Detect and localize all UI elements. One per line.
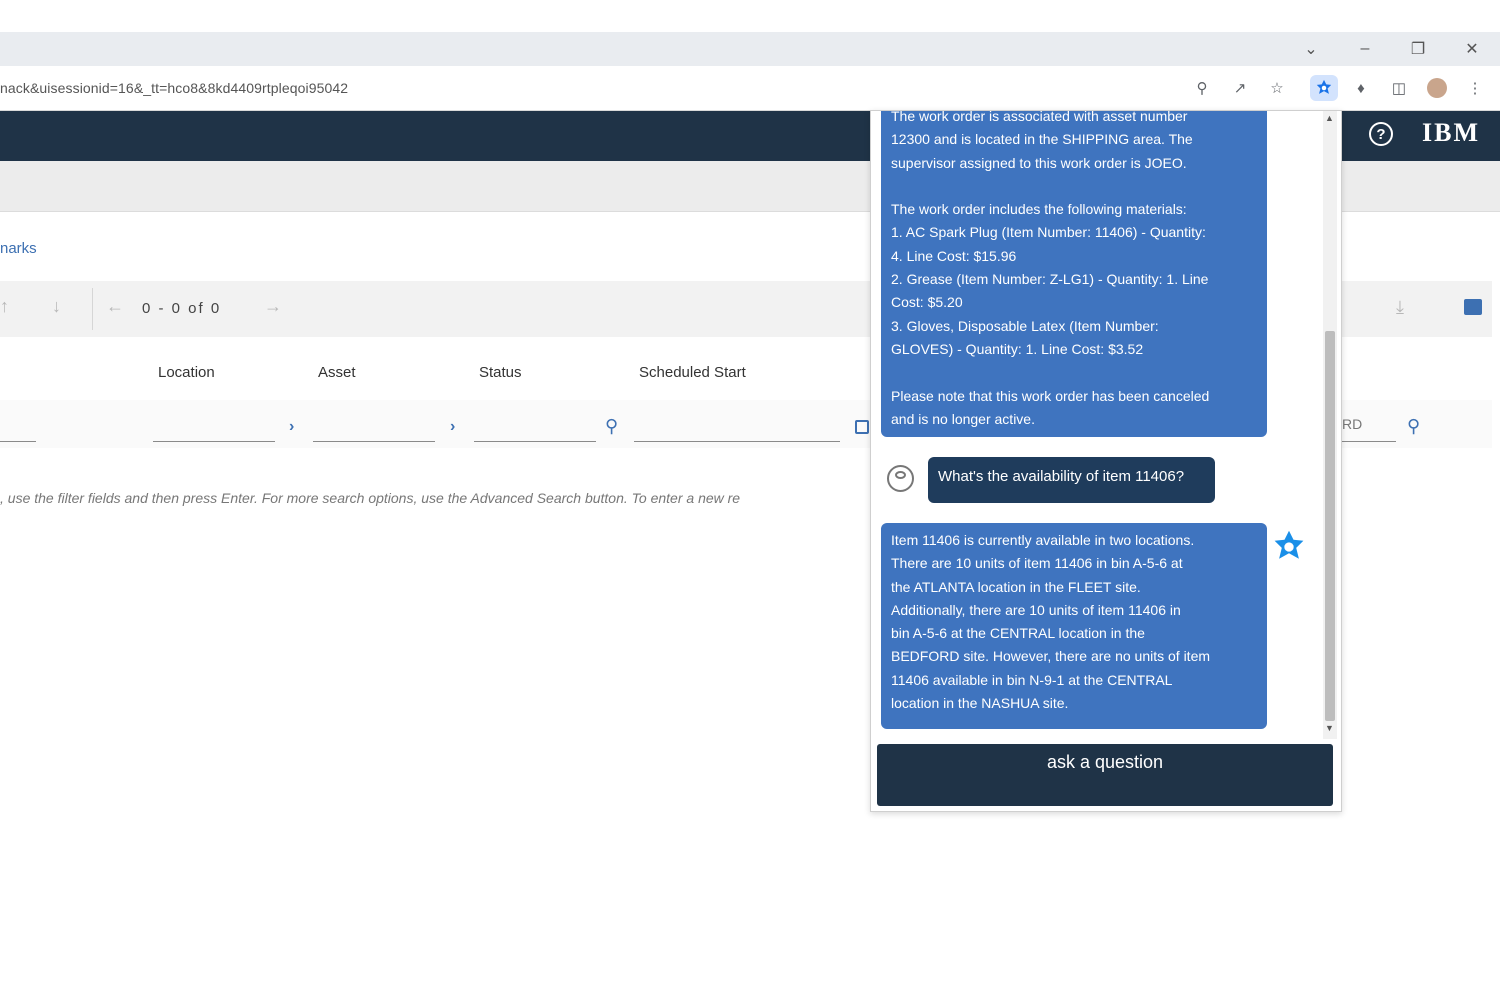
scroll-down-icon[interactable]: ▼	[1325, 723, 1334, 733]
scheduled-start-filter-field[interactable]	[634, 441, 840, 442]
message-line	[891, 361, 1257, 384]
url-field[interactable]: nack&uisessionid=16&_tt=hco8&8kd4409rtpl…	[0, 80, 348, 96]
menu-icon[interactable]: ⋮	[1461, 75, 1489, 101]
location-lookup-icon[interactable]: ›	[289, 418, 294, 436]
message-line: 11406 available in bin N-9-1 at the CENT…	[891, 671, 1173, 688]
help-icon[interactable]: ?	[1369, 122, 1393, 146]
message-line: GLOVES) - Quantity: 1. Line Cost: $3.52	[891, 340, 1144, 357]
star-icon[interactable]: ☆	[1263, 75, 1291, 101]
message-line: 3. Gloves, Disposable Latex (Item Number…	[891, 317, 1159, 334]
filter-field-partial[interactable]	[0, 441, 36, 442]
assistant-message: The work order is associated with asset …	[881, 110, 1267, 437]
minimize-icon[interactable]: –	[1345, 32, 1385, 66]
location-filter-field[interactable]	[153, 441, 275, 442]
ibm-logo: IBM	[1422, 118, 1480, 147]
message-line: The work order includes the following ma…	[891, 201, 1187, 218]
status-filter-field[interactable]	[474, 441, 596, 442]
filter-search-icon[interactable]: ⚲	[1407, 416, 1420, 437]
bookmarks-link[interactable]: narks	[0, 240, 37, 257]
download-icon[interactable]: ⤓	[1396, 297, 1404, 318]
chat-scrollbar-thumb[interactable]	[1325, 331, 1335, 721]
sidebar-icon[interactable]: ◫	[1385, 75, 1413, 101]
chat-panel: The work order is associated with asset …	[870, 110, 1342, 812]
message-line: The work order is associated with asset …	[891, 110, 1188, 124]
arrow-up-icon[interactable]: ↑	[0, 296, 9, 317]
message-line	[891, 175, 1257, 198]
assistant-message: Item 11406 is currently available in two…	[881, 523, 1267, 729]
message-line: 2. Grease (Item Number: Z-LG1) - Quantit…	[891, 271, 1209, 288]
column-header-asset[interactable]: Asset	[318, 364, 356, 381]
share-icon[interactable]: ↗	[1226, 75, 1254, 101]
zoom-icon[interactable]: ⚲	[1188, 75, 1216, 101]
message-line: Cost: $5.20	[891, 294, 963, 311]
message-line: location in the NASHUA site.	[891, 695, 1069, 712]
restore-icon[interactable]: ❐	[1398, 32, 1438, 66]
question-input[interactable]: ask a question	[877, 744, 1333, 806]
user-avatar-icon	[887, 465, 914, 492]
message-line: There are 10 units of item 11406 in bin …	[891, 555, 1183, 572]
column-header-scheduled-start[interactable]: Scheduled Start	[639, 364, 746, 381]
assistant-message-text: Item 11406 is currently available in two…	[891, 529, 1257, 715]
asset-lookup-icon[interactable]: ›	[450, 418, 455, 436]
chevron-down-icon[interactable]: ⌄	[1291, 32, 1331, 66]
message-line: 1. AC Spark Plug (Item Number: 11406) - …	[891, 224, 1206, 241]
column-header-status[interactable]: Status	[479, 364, 522, 381]
column-header-location[interactable]: Location	[158, 364, 215, 381]
partial-filter-text: RD	[1342, 416, 1363, 432]
next-page-icon[interactable]: →	[264, 296, 282, 317]
message-line: Please note that this work order has bee…	[891, 387, 1210, 404]
message-line: the ATLANTA location in the FLEET site.	[891, 578, 1141, 595]
puzzle-icon[interactable]: ♦	[1347, 75, 1375, 101]
message-line: BEDFORD site. However, there are no unit…	[891, 648, 1211, 665]
message-line: 12300 and is located in the SHIPPING are…	[891, 131, 1193, 148]
user-message: What's the availability of item 11406?	[928, 457, 1215, 503]
filter-hint: , use the filter fields and then press E…	[0, 490, 741, 506]
message-line: Additionally, there are 10 units of item…	[891, 601, 1181, 618]
asset-filter-field[interactable]	[313, 441, 435, 442]
excel-icon[interactable]	[1464, 299, 1482, 315]
filter-field-right[interactable]	[1340, 441, 1396, 442]
assistant-message-text: The work order is associated with asset …	[891, 110, 1257, 431]
message-line: bin A-5-6 at the CENTRAL location in the	[891, 625, 1145, 642]
message-line: supervisor assigned to this work order i…	[891, 154, 1187, 171]
scroll-up-icon[interactable]: ▲	[1325, 113, 1334, 123]
message-line: and is no longer active.	[891, 410, 1035, 427]
pager-text: 0 - 0 of 0	[142, 300, 222, 317]
extension-active-icon[interactable]	[1310, 75, 1338, 101]
toolbar-separator	[92, 288, 93, 330]
calendar-icon[interactable]	[855, 420, 869, 434]
window-titlebar	[0, 32, 1500, 66]
message-line: 4. Line Cost: $15.96	[891, 247, 1017, 264]
message-line: Item 11406 is currently available in two…	[891, 532, 1195, 548]
arrow-down-icon[interactable]: ↓	[52, 296, 61, 317]
assistant-avatar-icon	[1271, 529, 1307, 570]
avatar[interactable]	[1423, 75, 1451, 101]
prev-page-icon[interactable]: ←	[106, 296, 124, 317]
status-search-icon[interactable]: ⚲	[605, 416, 618, 437]
close-icon[interactable]: ✕	[1452, 32, 1492, 66]
